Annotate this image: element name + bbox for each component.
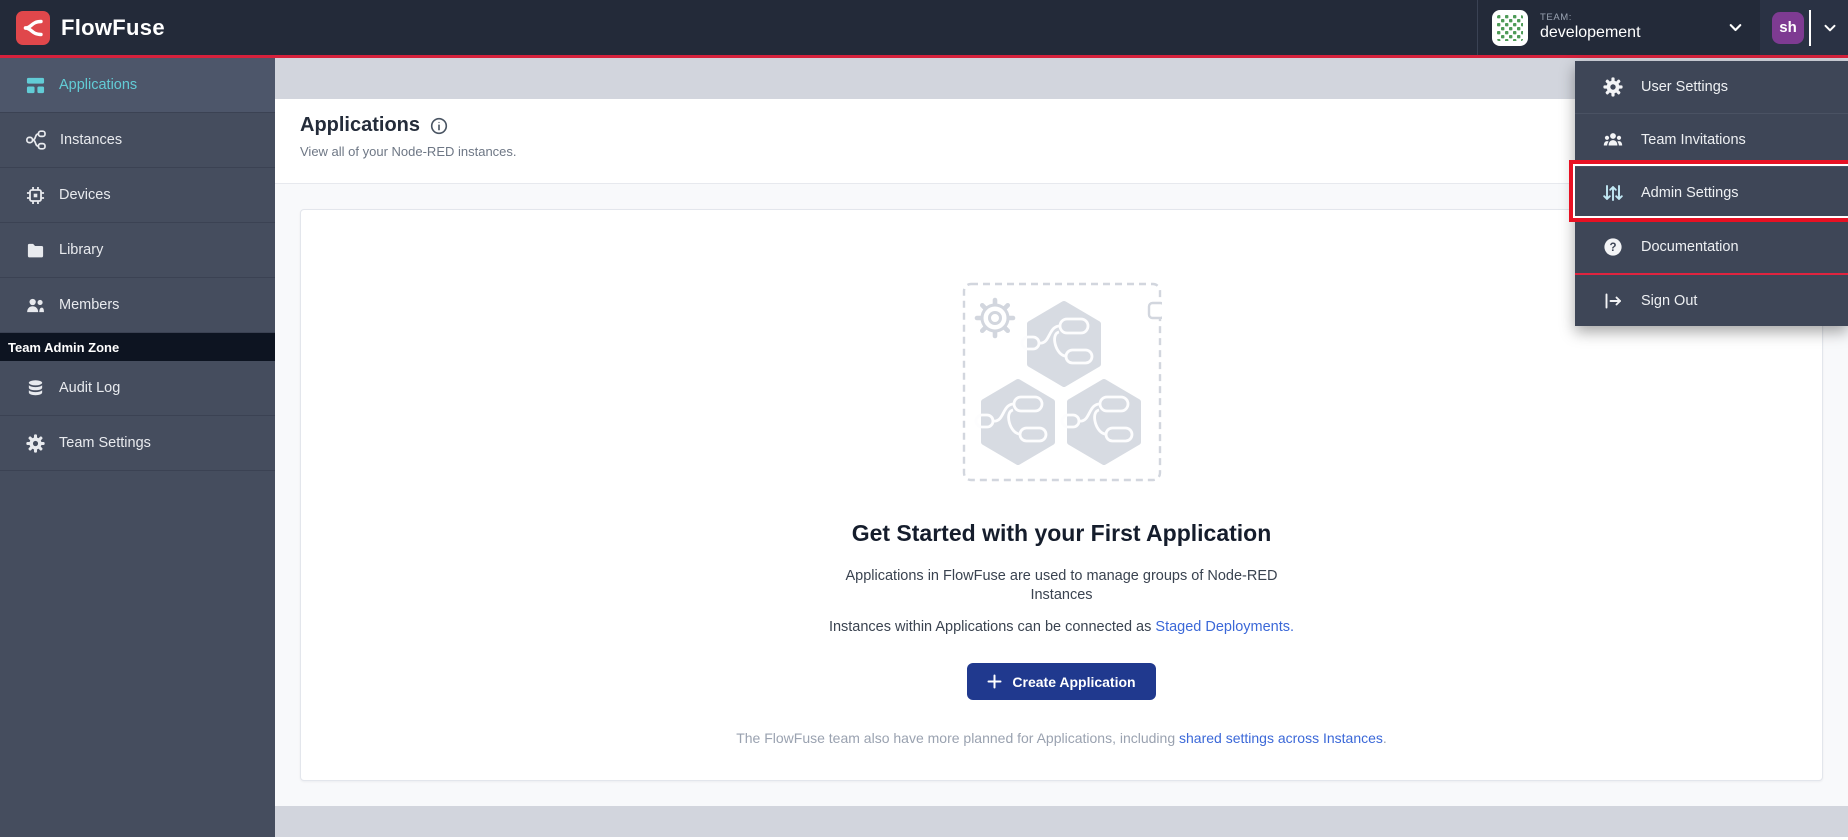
menu-item-label: Admin Settings xyxy=(1641,185,1739,201)
team-name: developement xyxy=(1540,24,1641,42)
menu-item-label: Documentation xyxy=(1641,239,1739,255)
footer-text-suffix: . xyxy=(1383,730,1387,746)
sidebar-item-devices[interactable]: Devices xyxy=(0,168,275,223)
library-icon xyxy=(26,241,45,260)
menu-item-label: Sign Out xyxy=(1641,293,1697,309)
info-icon[interactable] xyxy=(430,117,448,135)
top-navbar: FlowFuse TEAM: developement sh xyxy=(0,0,1848,58)
staged-deployments-link[interactable]: Staged Deployments. xyxy=(1155,619,1294,635)
logout-icon xyxy=(1603,291,1623,311)
svg-text:?: ? xyxy=(1609,242,1616,254)
bottom-gray-band xyxy=(275,806,1848,837)
create-application-label: Create Application xyxy=(1012,674,1135,690)
sidebar-item-applications[interactable]: Applications xyxy=(0,58,275,113)
menu-item-sign-out[interactable]: Sign Out xyxy=(1575,273,1848,326)
create-application-button[interactable]: Create Application xyxy=(967,663,1155,700)
empty-state-description: Applications in FlowFuse are used to man… xyxy=(828,567,1296,605)
sidebar-item-library[interactable]: Library xyxy=(0,223,275,278)
members-icon xyxy=(26,296,45,315)
plus-icon xyxy=(987,674,1002,689)
gear-icon xyxy=(1603,77,1623,97)
sidebar-item-label: Applications xyxy=(59,77,137,93)
sidebar-item-label: Devices xyxy=(59,187,111,203)
database-icon xyxy=(26,379,45,398)
instances-icon xyxy=(26,130,46,150)
hexagon-node-icon xyxy=(1022,304,1098,384)
chevron-down-icon xyxy=(1822,20,1838,36)
sidebar-item-label: Team Settings xyxy=(59,435,151,451)
user-menu-button[interactable]: sh xyxy=(1760,0,1848,55)
hexagon-node-icon xyxy=(976,382,1052,462)
empty-state-footer: The FlowFuse team also have more planned… xyxy=(736,730,1387,746)
adjustments-icon xyxy=(1603,183,1623,203)
empty-state-title: Get Started with your First Application xyxy=(852,520,1272,547)
page-title: Applications xyxy=(300,114,420,137)
empty-state-description-2: Instances within Applications can be con… xyxy=(829,618,1294,637)
sidebar-item-audit-log[interactable]: Audit Log xyxy=(0,361,275,416)
menu-item-label: User Settings xyxy=(1641,79,1728,95)
menu-item-label: Team Invitations xyxy=(1641,132,1746,148)
team-icon xyxy=(1603,130,1623,150)
brand-name: FlowFuse xyxy=(61,15,165,41)
sidebar-item-label: Members xyxy=(59,297,119,313)
sidebar-item-members[interactable]: Members xyxy=(0,278,275,333)
menu-item-user-settings[interactable]: User Settings xyxy=(1575,61,1848,114)
menu-item-admin-settings[interactable]: Admin Settings xyxy=(1575,167,1848,220)
team-avatar-identicon xyxy=(1492,10,1528,46)
help-icon: ? xyxy=(1603,237,1623,257)
team-selector[interactable]: TEAM: developement xyxy=(1477,0,1760,55)
chevron-down-icon xyxy=(1727,19,1744,36)
team-info: TEAM: developement xyxy=(1540,13,1641,42)
menu-item-team-invitations[interactable]: Team Invitations xyxy=(1575,114,1848,167)
footer-text: The FlowFuse team also have more planned… xyxy=(736,730,1179,746)
team-label: TEAM: xyxy=(1540,13,1641,24)
devices-icon xyxy=(26,186,45,205)
sidebar-item-team-settings[interactable]: Team Settings xyxy=(0,416,275,471)
hexagon-node-icon xyxy=(1062,382,1138,462)
shared-settings-link[interactable]: shared settings across Instances xyxy=(1179,730,1383,746)
menu-item-documentation[interactable]: ? Documentation xyxy=(1575,220,1848,273)
description-text: Instances within Applications can be con… xyxy=(829,619,1155,635)
applications-icon xyxy=(26,76,45,95)
team-admin-zone-label: Team Admin Zone xyxy=(0,333,275,361)
user-avatar: sh xyxy=(1772,12,1804,44)
flowfuse-logo-icon xyxy=(16,11,50,45)
sidebar-item-instances[interactable]: Instances xyxy=(0,113,275,168)
sidebar-item-label: Audit Log xyxy=(59,380,120,396)
applications-empty-illustration xyxy=(962,282,1162,482)
flowfuse-brand[interactable]: FlowFuse xyxy=(0,0,165,55)
user-dropdown-menu: User Settings Team Invitations Admin Set… xyxy=(1575,61,1848,326)
sidebar: Applications Instances Devices xyxy=(0,58,275,837)
sidebar-item-label: Instances xyxy=(60,132,122,148)
gear-icon xyxy=(26,434,45,453)
text-caret xyxy=(1809,10,1811,46)
sidebar-item-label: Library xyxy=(59,242,103,258)
